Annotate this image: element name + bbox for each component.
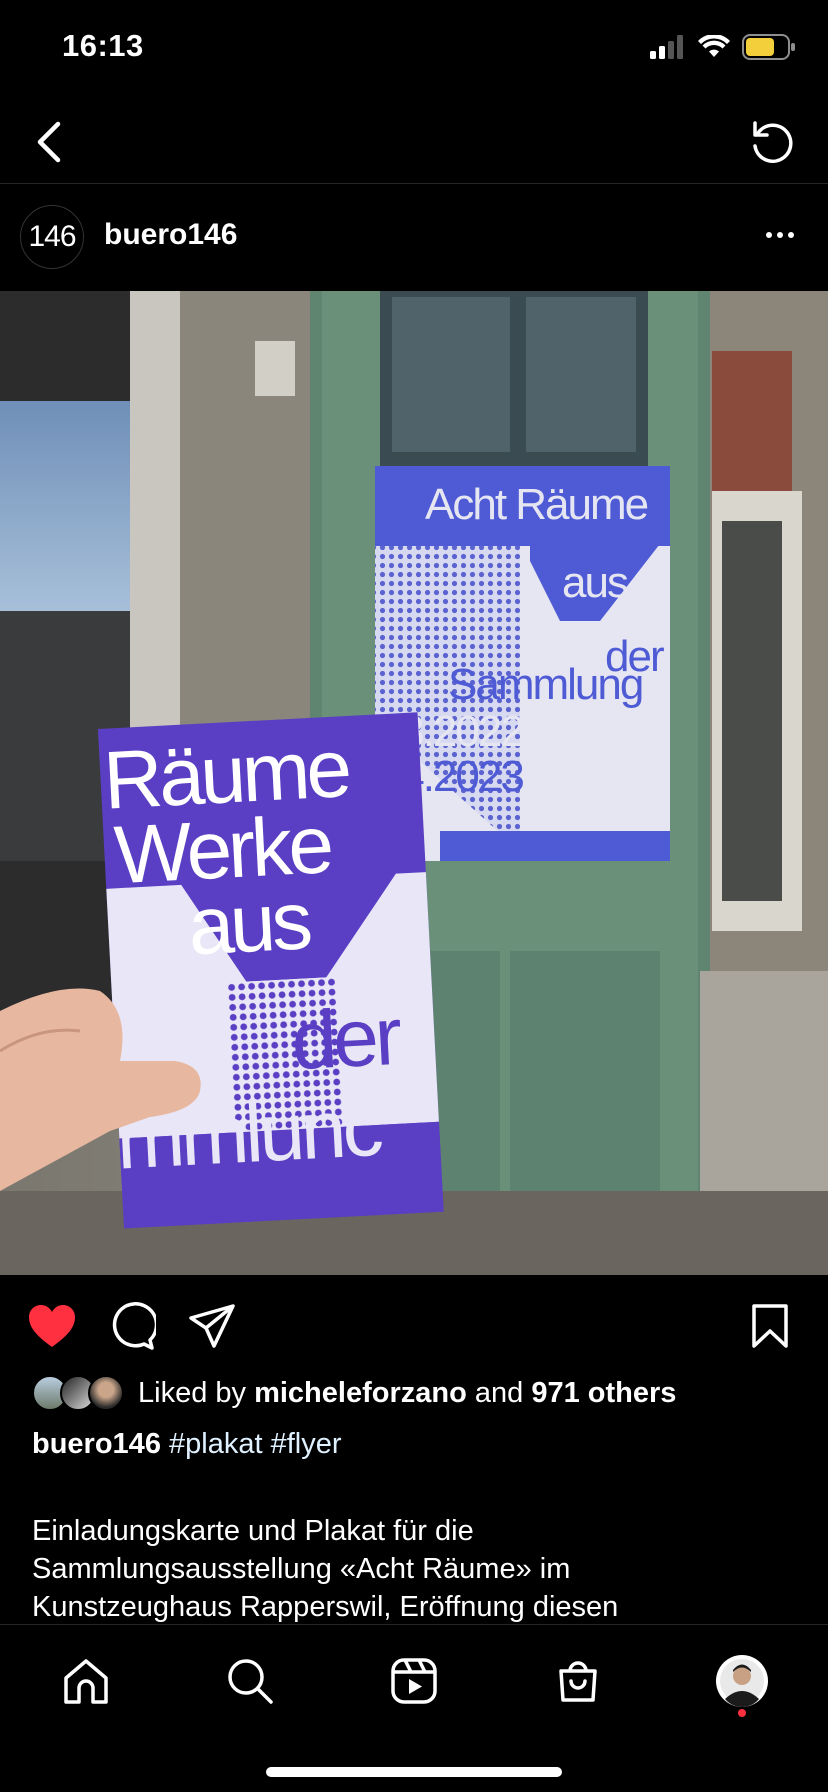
- caption-header: buero146 #plakat #flyer: [32, 1428, 342, 1461]
- caption-line: Einladungskarte und Plakat für die: [32, 1515, 474, 1547]
- post-header: 146 buero146: [0, 185, 828, 291]
- post-username[interactable]: buero146: [104, 218, 237, 252]
- search-icon: [228, 1659, 273, 1704]
- tab-profile[interactable]: [712, 1651, 772, 1711]
- status-icons: [650, 34, 796, 60]
- tab-search[interactable]: [220, 1651, 280, 1711]
- caption-username[interactable]: buero146: [32, 1428, 161, 1460]
- tab-reels[interactable]: [384, 1651, 444, 1711]
- refresh-button[interactable]: [744, 114, 800, 170]
- liked-by-user[interactable]: micheleforzano: [254, 1377, 467, 1409]
- svg-text:der: der: [289, 991, 403, 1088]
- signal-icon: [650, 35, 683, 59]
- svg-text:aus: aus: [186, 875, 313, 972]
- likes-conjunction: and: [474, 1376, 524, 1409]
- likes-text: Liked by micheleforzano and 971 others: [138, 1377, 676, 1410]
- profile-icon: [716, 1655, 768, 1708]
- photo-illustration: Acht Räume Werke aus der Sammlung .3.202…: [0, 291, 828, 1275]
- likes-row[interactable]: Liked by micheleforzano and 971 others: [32, 1372, 676, 1414]
- flyer: Räume Werke aus der mmlunc: [97, 712, 444, 1229]
- bookmark-icon: [752, 1304, 788, 1348]
- tab-bar: [0, 1624, 828, 1792]
- avatar[interactable]: 146: [20, 205, 84, 269]
- caption-body: Einladungskarte und Plakat für die Samml…: [32, 1512, 792, 1626]
- battery-icon: [742, 34, 795, 60]
- caption-line: Sammlungsausstellung «Acht Räume» im: [32, 1553, 571, 1585]
- heart-icon: [29, 1305, 75, 1347]
- home-indicator: [266, 1767, 562, 1777]
- tab-home[interactable]: [56, 1651, 116, 1711]
- tab-shop[interactable]: [548, 1651, 608, 1711]
- more-options-button[interactable]: [756, 215, 804, 255]
- notification-dot: [738, 1709, 746, 1717]
- post-photo[interactable]: Acht Räume Werke aus der Sammlung .3.202…: [0, 291, 828, 1275]
- svg-text:Sammlung: Sammlung: [448, 660, 642, 709]
- post-actions: [0, 1290, 828, 1360]
- nav-bar: [0, 100, 828, 184]
- liker-avatar: [88, 1375, 124, 1411]
- share-button[interactable]: [186, 1300, 238, 1352]
- status-bar: 16:13: [0, 0, 828, 100]
- comment-icon: [112, 1302, 156, 1350]
- caption-line: Kunstzeughaus Rapperswil, Eröffnung dies…: [32, 1591, 619, 1623]
- wifi-icon: [698, 35, 730, 57]
- caption-hashtags[interactable]: #plakat #flyer: [169, 1428, 342, 1460]
- back-icon: [37, 121, 61, 163]
- status-time: 16:13: [62, 28, 144, 63]
- bookmark-button[interactable]: [744, 1300, 796, 1352]
- more-icon: [766, 232, 772, 238]
- back-button[interactable]: [20, 114, 76, 170]
- shop-icon: [559, 1661, 597, 1702]
- likes-prefix: Liked by: [138, 1376, 247, 1409]
- home-icon: [64, 1659, 108, 1704]
- liker-avatars: [32, 1375, 128, 1411]
- like-button[interactable]: [26, 1300, 78, 1352]
- comment-button[interactable]: [106, 1300, 158, 1352]
- share-icon: [189, 1304, 235, 1348]
- likes-others[interactable]: 971 others: [531, 1377, 676, 1409]
- svg-text:aus: aus: [562, 558, 628, 607]
- reels-icon: [391, 1658, 437, 1704]
- refresh-icon: [753, 121, 793, 163]
